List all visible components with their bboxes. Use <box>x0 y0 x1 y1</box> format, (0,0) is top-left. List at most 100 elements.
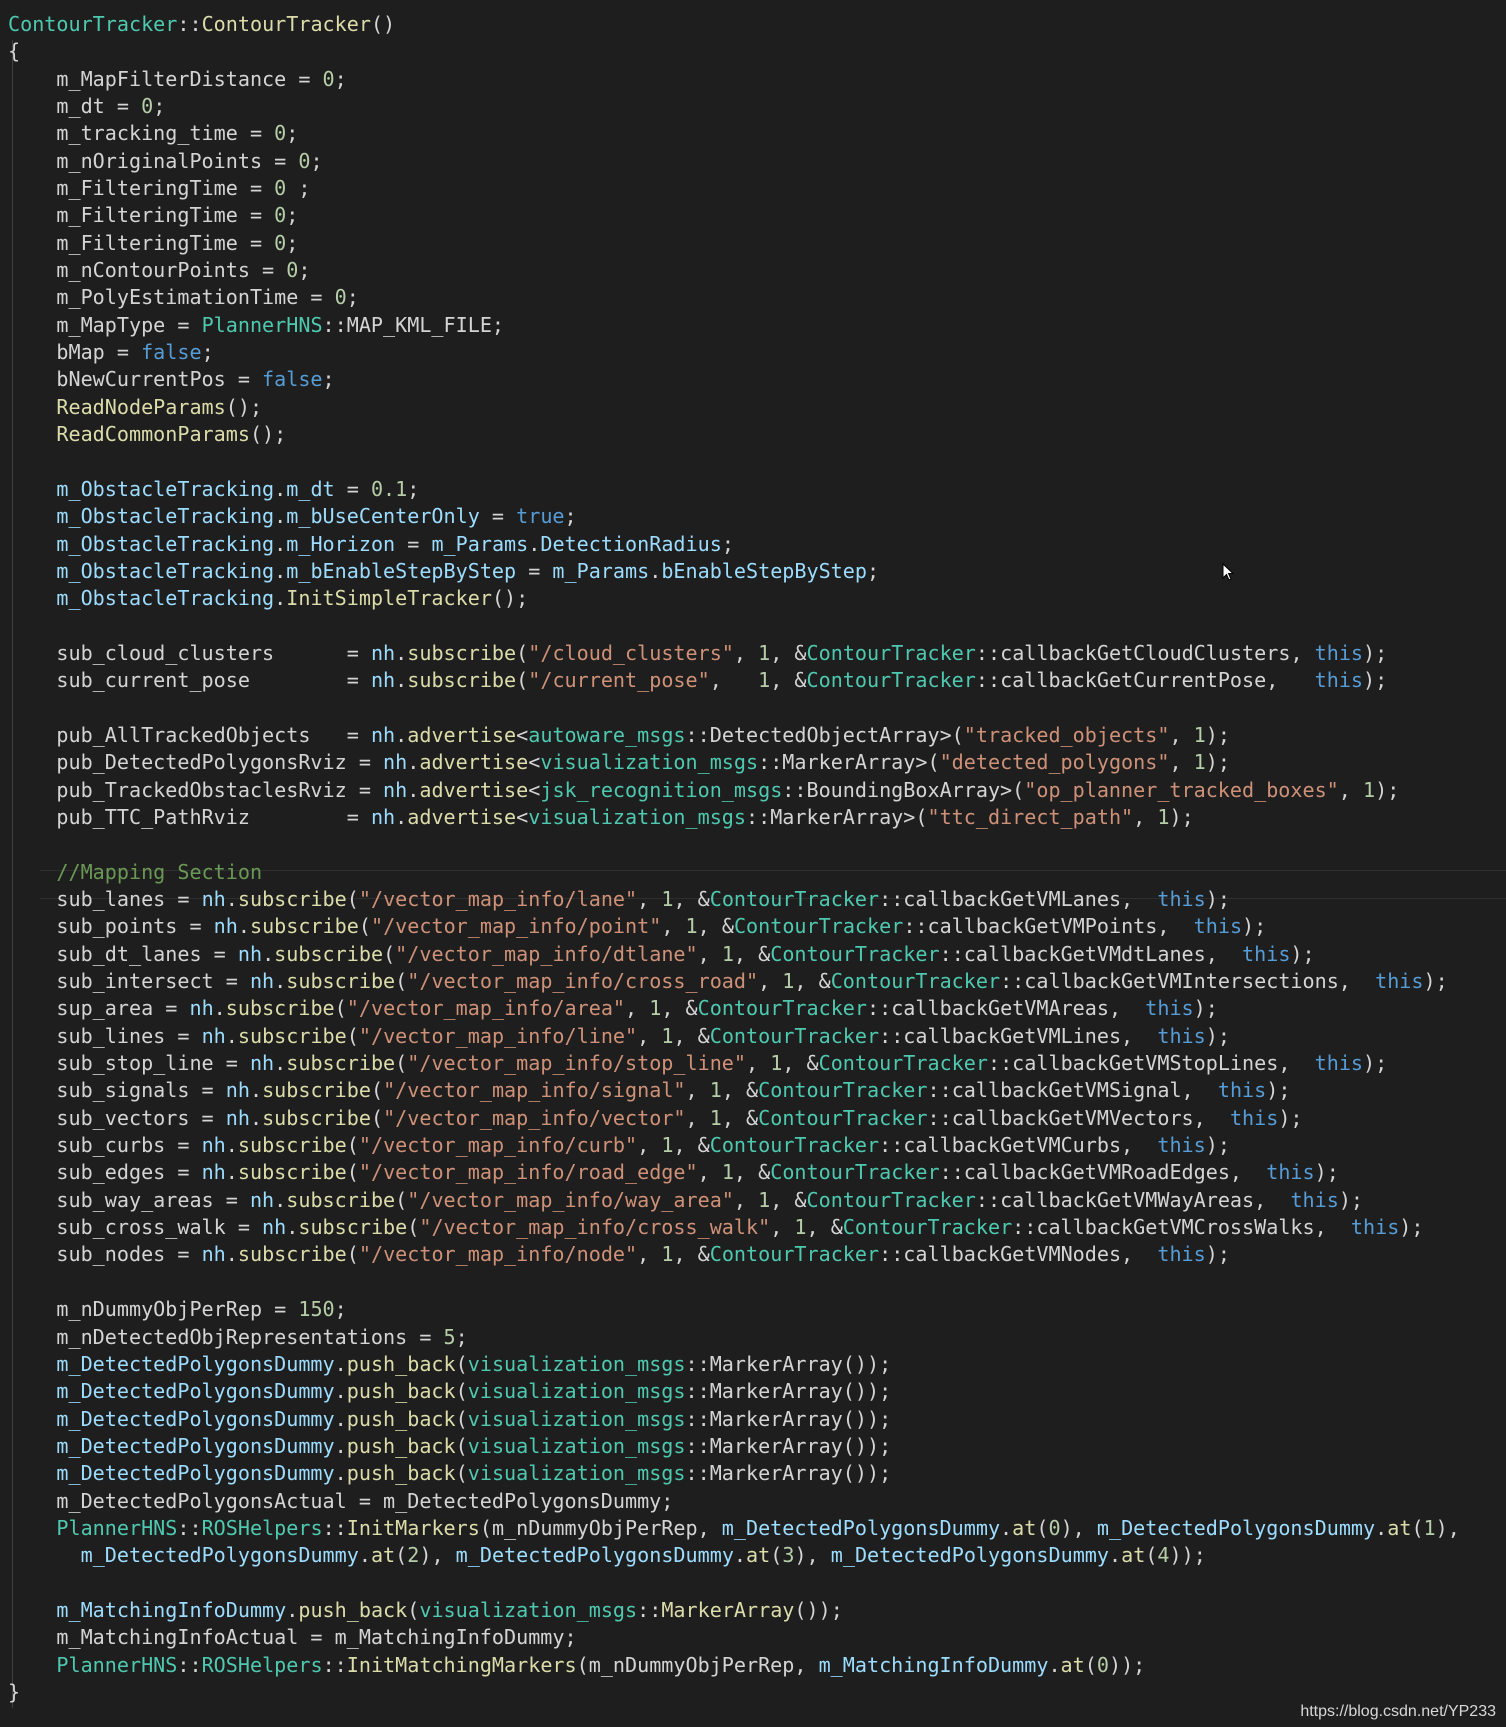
code-line[interactable]: m_ObstacleTracking.m_Horizon = m_Params.… <box>8 531 1460 558</box>
code-token: sub_edges = <box>8 1160 202 1185</box>
code-line[interactable]: pub_DetectedPolygonsRviz = nh.advertise<… <box>8 749 1460 776</box>
code-line[interactable]: m_nDummyObjPerRep = 150; <box>8 1296 1460 1323</box>
code-line[interactable]: sub_lines = nh.subscribe("/vector_map_in… <box>8 1023 1460 1050</box>
code-line[interactable] <box>8 449 1460 476</box>
code-line[interactable]: m_MapFilterDistance = 0; <box>8 66 1460 93</box>
code-line[interactable]: m_DetectedPolygonsDummy.at(2), m_Detecte… <box>8 1542 1460 1569</box>
code-line[interactable]: m_DetectedPolygonsDummy.push_back(visual… <box>8 1406 1460 1433</box>
code-line[interactable]: pub_TrackedObstaclesRviz = nh.advertise<… <box>8 777 1460 804</box>
code-line[interactable]: m_FilteringTime = 0; <box>8 202 1460 229</box>
code-line[interactable]: sub_edges = nh.subscribe("/vector_map_in… <box>8 1159 1460 1186</box>
code-token: nh <box>370 668 396 693</box>
code-line[interactable]: bNewCurrentPos = false; <box>8 366 1460 393</box>
code-line[interactable]: m_MapType = PlannerHNS::MAP_KML_FILE; <box>8 312 1460 339</box>
code-line[interactable]: m_dt = 0; <box>8 93 1460 120</box>
code-line[interactable]: m_ObstacleTracking.m_bEnableStepByStep =… <box>8 558 1460 585</box>
code-token: . <box>262 941 275 966</box>
code-line[interactable]: pub_AllTrackedObjects = nh.advertise<aut… <box>8 722 1460 749</box>
code-line[interactable]: } <box>8 1679 1460 1706</box>
code-line[interactable]: ContourTracker::ContourTracker() <box>8 11 1460 38</box>
code-line[interactable]: m_MatchingInfoDummy.push_back(visualizat… <box>8 1597 1460 1624</box>
code-token: } <box>8 1679 21 1704</box>
code-line[interactable]: sup_area = nh.subscribe("/vector_map_inf… <box>8 995 1460 1022</box>
code-line[interactable]: sub_points = nh.subscribe("/vector_map_i… <box>8 913 1460 940</box>
code-token: . <box>334 1406 347 1431</box>
code-token: m_nDetectedObjRepresentations = <box>8 1324 444 1349</box>
code-line[interactable]: PlannerHNS::ROSHelpers::InitMatchingMark… <box>8 1652 1460 1679</box>
code-token: sub_nodes = <box>8 1242 202 1267</box>
code-line[interactable]: { <box>8 38 1460 65</box>
code-token: ; <box>153 94 166 119</box>
code-line[interactable] <box>8 831 1460 858</box>
code-line[interactable] <box>8 695 1460 722</box>
code-line[interactable]: ReadNodeParams(); <box>8 394 1460 421</box>
code-line[interactable]: sub_lanes = nh.subscribe("/vector_map_in… <box>8 886 1460 913</box>
code-token: m_FilteringTime = <box>8 230 275 255</box>
code-content[interactable]: ContourTracker::ContourTracker(){ m_MapF… <box>8 11 1460 1706</box>
code-line[interactable] <box>8 1570 1460 1597</box>
code-line[interactable]: m_ObstacleTracking.m_bUseCenterOnly = tr… <box>8 503 1460 530</box>
code-token: . <box>334 1351 347 1376</box>
code-line[interactable]: m_FilteringTime = 0 ; <box>8 175 1460 202</box>
code-line[interactable]: m_MatchingInfoActual = m_MatchingInfoDum… <box>8 1624 1460 1651</box>
code-token: ( <box>346 887 359 911</box>
code-line[interactable]: m_nContourPoints = 0; <box>8 257 1460 284</box>
code-line[interactable]: pub_TTC_PathRviz = nh.advertise<visualiz… <box>8 804 1460 831</box>
code-line[interactable]: m_tracking_time = 0; <box>8 120 1460 147</box>
code-line[interactable]: sub_intersect = nh.subscribe("/vector_ma… <box>8 968 1460 995</box>
code-token: ::MarkerArray>( <box>758 750 940 775</box>
code-line[interactable] <box>8 613 1460 640</box>
code-line[interactable]: sub_cross_walk = nh.subscribe("/vector_m… <box>8 1214 1460 1241</box>
code-line[interactable]: m_ObstacleTracking.InitSimpleTracker(); <box>8 585 1460 612</box>
code-token: , <box>625 996 650 1021</box>
code-line[interactable]: sub_dt_lanes = nh.subscribe("/vector_map… <box>8 941 1460 968</box>
code-line[interactable]: m_nDetectedObjRepresentations = 5; <box>8 1324 1460 1351</box>
code-token: ::callbackGetVMdtLanes, <box>939 941 1243 966</box>
code-token: ::callbackGetVMSignal, <box>927 1078 1218 1103</box>
code-token: m_Horizon <box>286 531 396 556</box>
code-line[interactable]: m_DetectedPolygonsDummy.push_back(visual… <box>8 1351 1460 1378</box>
code-line[interactable]: m_DetectedPolygonsActual = m_DetectedPol… <box>8 1488 1460 1515</box>
code-token: ), <box>794 1543 831 1568</box>
code-line[interactable]: m_PolyEstimationTime = 0; <box>8 284 1460 311</box>
code-token: . <box>1000 1515 1013 1540</box>
code-line[interactable]: m_FilteringTime = 0; <box>8 230 1460 257</box>
code-line[interactable]: ReadCommonParams(); <box>8 421 1460 448</box>
code-token: ; <box>322 367 335 392</box>
code-token: ::MarkerArray>( <box>746 804 928 829</box>
code-token: nh <box>383 777 408 802</box>
code-token: sub_lines = <box>8 1023 202 1048</box>
code-line[interactable]: sub_cloud_clusters = nh.subscribe("/clou… <box>8 640 1460 667</box>
code-token: "/vector_map_info/road_edge" <box>358 1160 698 1185</box>
code-line[interactable]: sub_stop_line = nh.subscribe("/vector_ma… <box>8 1050 1460 1077</box>
code-token: 0.1 <box>370 476 408 501</box>
code-token: , <box>1338 777 1363 802</box>
code-token: m_nDummyObjPerRep = <box>8 1297 299 1322</box>
code-line[interactable]: sub_curbs = nh.subscribe("/vector_map_in… <box>8 1132 1460 1159</box>
code-line[interactable]: m_nOriginalPoints = 0; <box>8 148 1460 175</box>
code-line[interactable]: m_ObstacleTracking.m_dt = 0.1; <box>8 476 1460 503</box>
code-token: ; <box>334 1297 347 1322</box>
code-line[interactable]: sub_signals = nh.subscribe("/vector_map_… <box>8 1077 1460 1104</box>
code-token: ); <box>1290 941 1315 966</box>
code-line[interactable]: //Mapping Section <box>8 859 1460 886</box>
code-line[interactable]: sub_vectors = nh.subscribe("/vector_map_… <box>8 1105 1460 1132</box>
code-token: this <box>1157 1242 1206 1267</box>
code-line[interactable] <box>8 1269 1460 1296</box>
code-line[interactable]: m_DetectedPolygonsDummy.push_back(visual… <box>8 1378 1460 1405</box>
code-editor[interactable]: ContourTracker::ContourTracker(){ m_MapF… <box>0 0 1506 1727</box>
code-token: ); <box>1338 1187 1364 1212</box>
code-line[interactable]: PlannerHNS::ROSHelpers::InitMarkers(m_nD… <box>8 1515 1459 1542</box>
code-token: m_dt <box>286 476 335 501</box>
code-line[interactable]: sub_current_pose = nh.subscribe("/curren… <box>8 667 1460 694</box>
code-line[interactable]: bMap = false; <box>8 339 1460 366</box>
code-token: . <box>334 1379 347 1404</box>
code-token: ContourTracker <box>806 668 976 693</box>
code-line[interactable]: sub_nodes = nh.subscribe("/vector_map_in… <box>8 1241 1460 1268</box>
code-token: subscribe <box>237 1023 347 1048</box>
code-line[interactable]: sub_way_areas = nh.subscribe("/vector_ma… <box>8 1187 1460 1214</box>
code-line[interactable]: m_DetectedPolygonsDummy.push_back(visual… <box>8 1460 1460 1487</box>
code-token: visualization_msgs <box>467 1351 686 1376</box>
code-line[interactable]: m_DetectedPolygonsDummy.push_back(visual… <box>8 1433 1460 1460</box>
code-token: . <box>528 531 541 556</box>
